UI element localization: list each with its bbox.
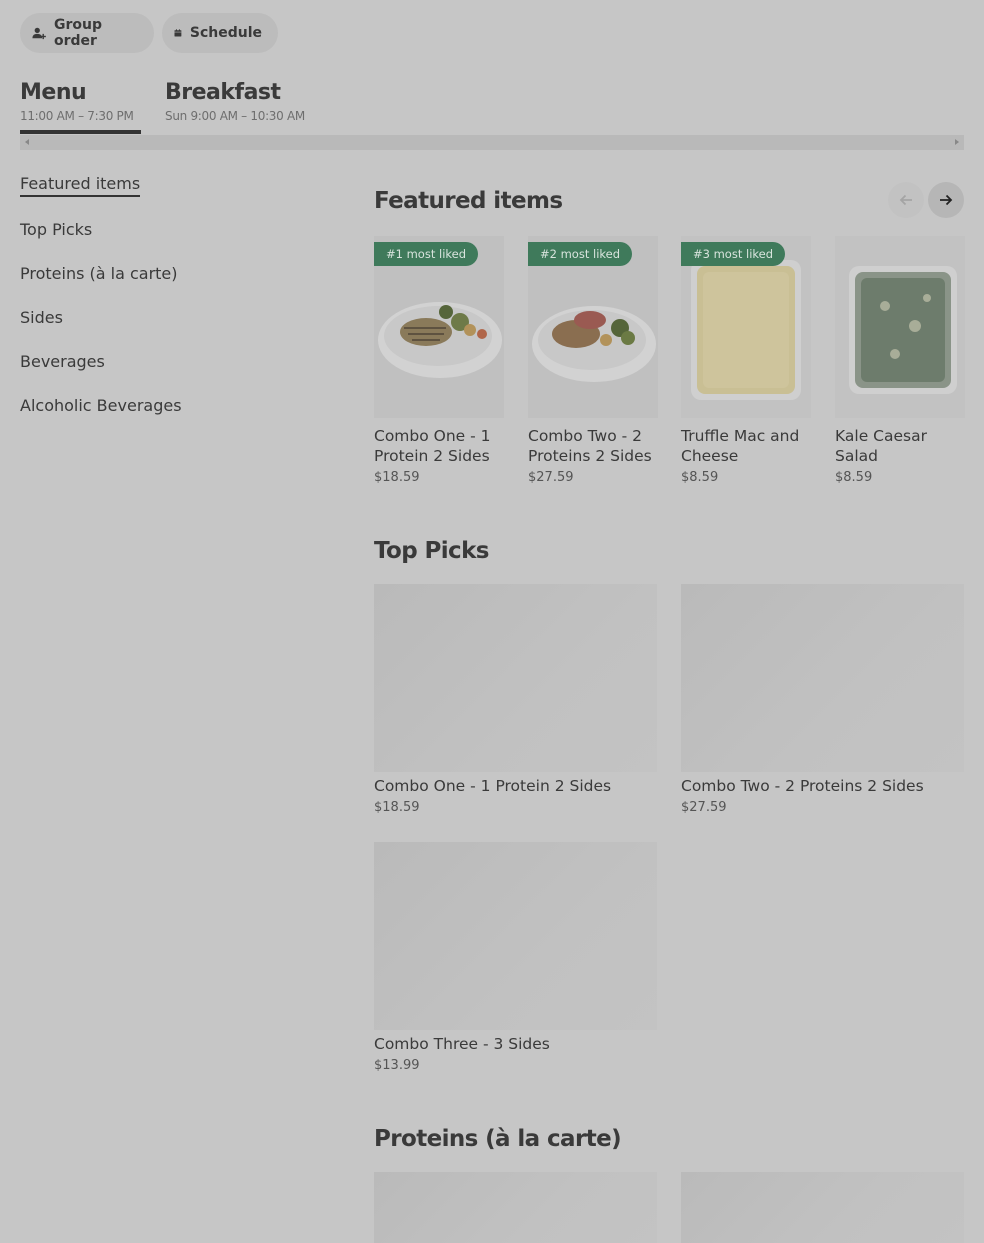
item-image-placeholder xyxy=(681,584,964,772)
tab-menu[interactable]: Menu 11:00 AM – 7:30 PM xyxy=(20,80,134,123)
sidebar-item-beverages[interactable]: Beverages xyxy=(20,352,105,371)
item-price: $27.59 xyxy=(681,800,727,815)
featured-item-card[interactable]: #1 most liked Combo One - 1 Protein 2 Si… xyxy=(374,236,504,485)
calendar-icon xyxy=(174,29,182,37)
item-image-placeholder xyxy=(374,842,657,1030)
group-order-label: Group order xyxy=(54,17,103,49)
featured-item-card[interactable]: Kale Caesar Salad $8.59 xyxy=(835,236,965,485)
top-pick-card[interactable]: Combo Three - 3 Sides $13.99 xyxy=(374,842,657,1073)
proteins-section-title: Proteins (à la carte) xyxy=(374,1126,622,1152)
item-name: Combo Two - 2 Proteins 2 Sides xyxy=(528,427,652,465)
sidebar-item-featured-items[interactable]: Featured items xyxy=(20,174,141,197)
active-tab-indicator xyxy=(20,130,141,134)
item-price: $18.59 xyxy=(374,470,420,485)
item-price: $27.59 xyxy=(528,470,574,485)
featured-item-card[interactable]: #3 most liked Truffle Mac and Cheese $8.… xyxy=(681,236,811,485)
horizontal-scrollbar[interactable] xyxy=(20,135,964,150)
top-pick-card[interactable]: Combo Two - 2 Proteins 2 Sides $27.59 xyxy=(681,584,964,815)
item-price: $13.99 xyxy=(374,1058,420,1073)
item-price: $18.59 xyxy=(374,800,420,815)
protein-card[interactable] xyxy=(374,1172,657,1243)
most-liked-badge: #3 most liked xyxy=(681,242,786,266)
sidebar-item-top-picks[interactable]: Top Picks xyxy=(20,220,92,239)
item-name: Combo Three - 3 Sides xyxy=(374,1035,550,1053)
add-person-icon xyxy=(32,27,46,40)
item-image xyxy=(835,236,965,418)
tab-breakfast[interactable]: Breakfast Sun 9:00 AM – 10:30 AM xyxy=(165,80,305,123)
group-order-button[interactable]: Group order xyxy=(20,13,154,53)
sidebar-item-alcoholic-beverages[interactable]: Alcoholic Beverages xyxy=(20,396,182,415)
item-image-placeholder xyxy=(374,1172,657,1243)
item-name: Combo One - 1 Protein 2 Sides xyxy=(374,427,491,465)
tab-menu-title: Menu xyxy=(20,80,87,105)
item-image-placeholder xyxy=(681,1172,964,1243)
scroll-right-icon[interactable] xyxy=(955,139,959,145)
schedule-button[interactable]: Schedule xyxy=(162,13,278,53)
carousel-next-button[interactable] xyxy=(928,182,964,218)
carousel-prev-button[interactable] xyxy=(888,182,924,218)
tab-breakfast-title: Breakfast xyxy=(165,80,281,105)
arrow-right-icon xyxy=(940,194,953,206)
schedule-label: Schedule xyxy=(189,25,262,41)
featured-item-card[interactable]: #2 most liked Combo Two - 2 Proteins 2 S… xyxy=(528,236,658,485)
item-name: Kale Caesar Salad xyxy=(835,427,927,465)
item-name: Combo Two - 2 Proteins 2 Sides xyxy=(681,777,924,795)
item-name: Truffle Mac and Cheese xyxy=(681,427,800,465)
tab-breakfast-hours: Sun 9:00 AM – 10:30 AM xyxy=(165,109,305,123)
top-picks-section-title: Top Picks xyxy=(374,538,489,564)
item-name: Combo One - 1 Protein 2 Sides xyxy=(374,777,612,795)
item-image: #3 most liked xyxy=(681,236,811,418)
tab-menu-hours: 11:00 AM – 7:30 PM xyxy=(20,109,134,123)
item-image: #1 most liked xyxy=(374,236,504,418)
top-pick-card[interactable]: Combo One - 1 Protein 2 Sides $18.59 xyxy=(374,584,657,815)
most-liked-badge: #2 most liked xyxy=(528,242,633,266)
most-liked-badge: #1 most liked xyxy=(374,242,479,266)
scroll-left-icon[interactable] xyxy=(25,139,29,145)
featured-section-title: Featured items xyxy=(374,188,563,214)
arrow-left-icon xyxy=(899,194,912,206)
item-image: #2 most liked xyxy=(528,236,658,418)
item-price: $8.59 xyxy=(681,470,719,485)
sidebar-item-proteins[interactable]: Proteins (à la carte) xyxy=(20,264,178,283)
protein-card[interactable] xyxy=(681,1172,964,1243)
sidebar-item-sides[interactable]: Sides xyxy=(20,308,63,327)
item-image-placeholder xyxy=(374,584,657,772)
item-price: $8.59 xyxy=(835,470,873,485)
